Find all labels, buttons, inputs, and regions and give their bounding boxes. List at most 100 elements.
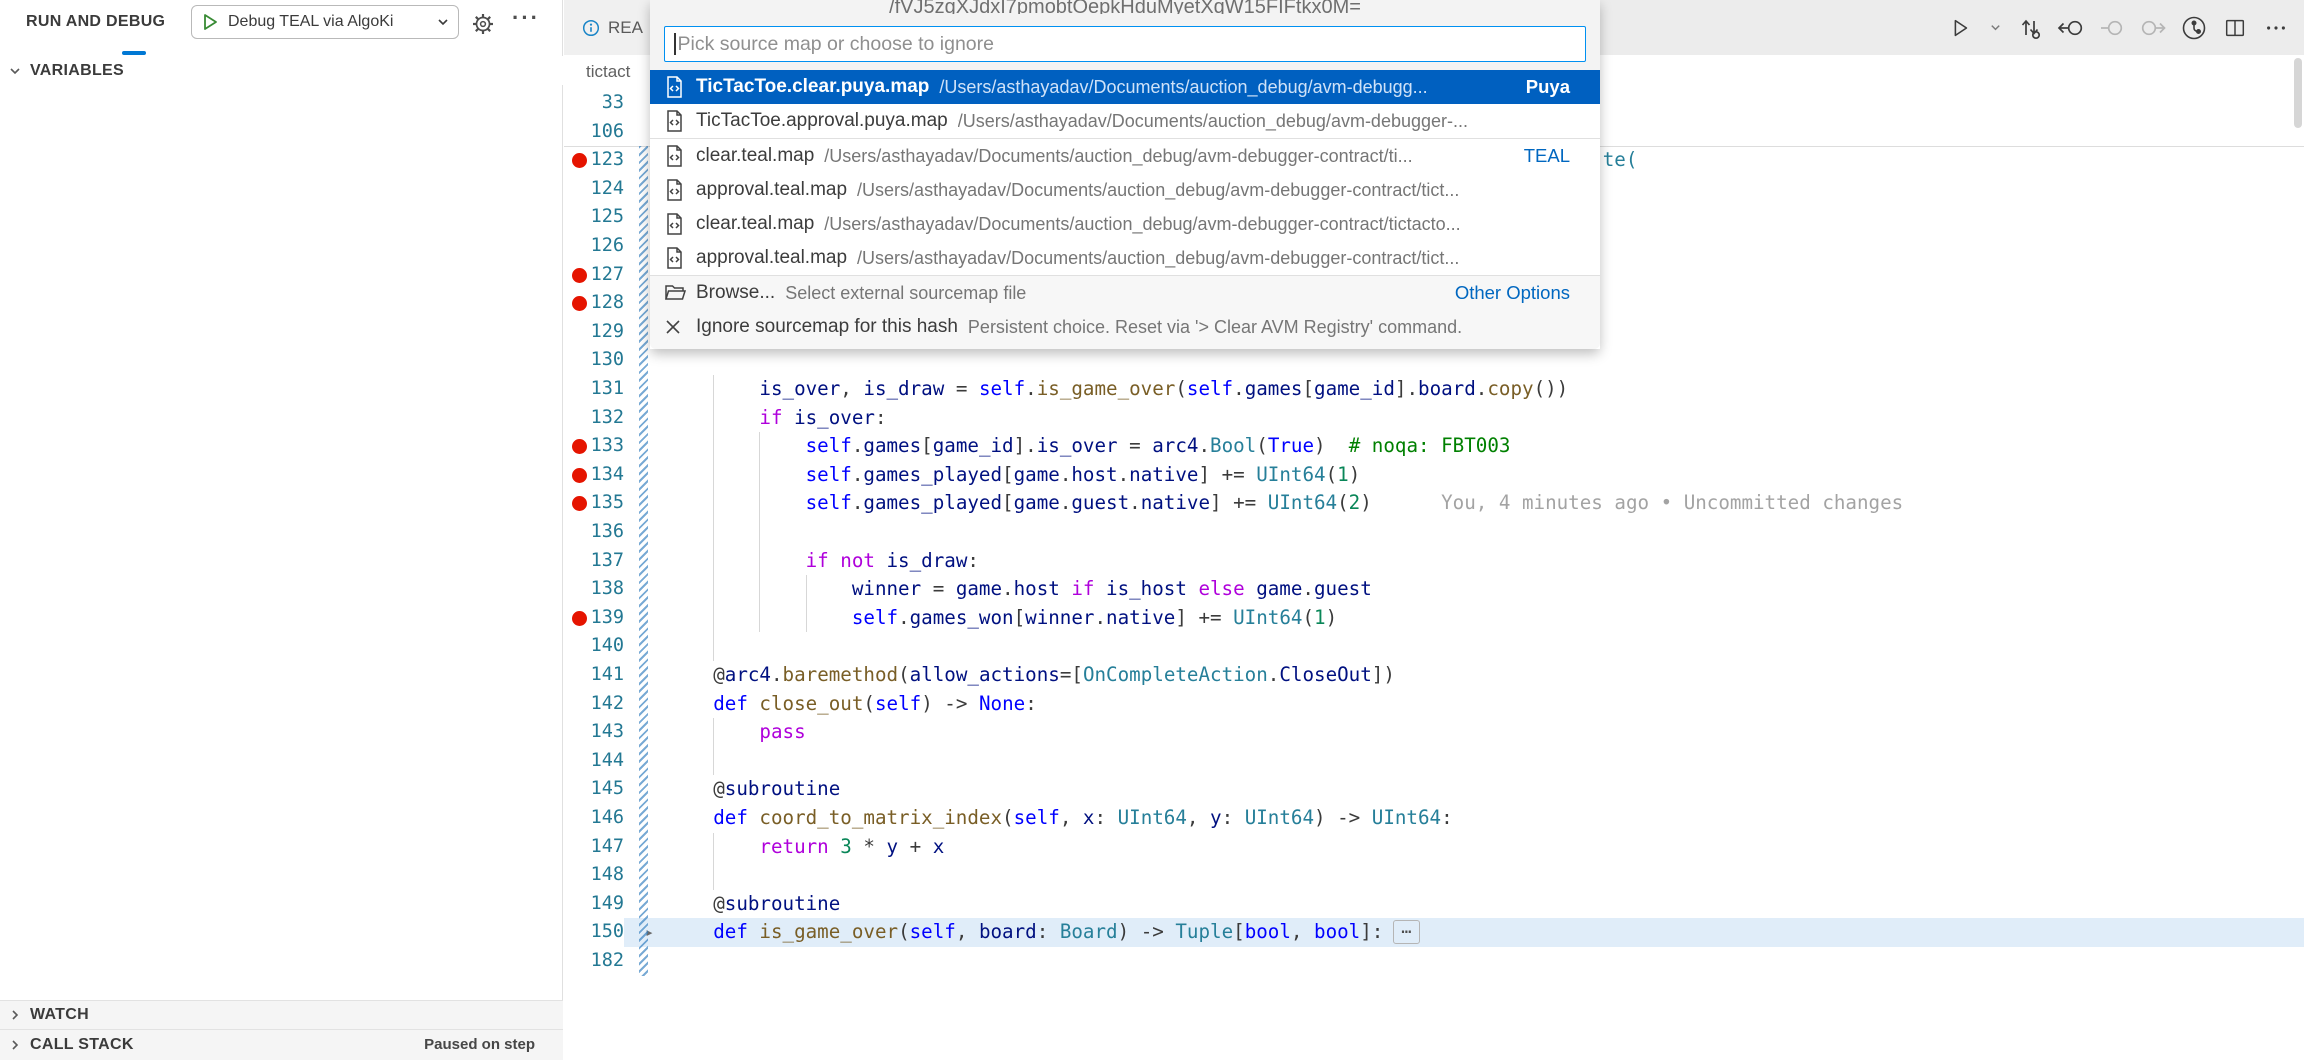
breakpoint-icon[interactable] — [572, 468, 587, 483]
code-text[interactable] — [667, 861, 2304, 890]
code-line[interactable]: 144 — [564, 747, 2304, 776]
code-line[interactable]: 149 @subroutine — [564, 890, 2304, 919]
code-text[interactable]: self.games_played[game.host.native] += U… — [667, 461, 2304, 490]
code-text[interactable]: is_over, is_draw = self.is_game_over(sel… — [667, 375, 2304, 404]
breakpoint-gutter[interactable] — [564, 175, 588, 204]
code-text[interactable]: def coord_to_matrix_index(self, x: UInt6… — [667, 804, 2304, 833]
variables-section-header[interactable]: VARIABLES — [0, 56, 563, 85]
breakpoint-gutter[interactable] — [564, 289, 588, 318]
quickpick-item[interactable]: clear.teal.map /Users/asthayadav/Documen… — [650, 139, 1600, 173]
code-text[interactable]: winner = game.host if is_host else game.… — [667, 575, 2304, 604]
step-forward-button[interactable] — [2139, 14, 2167, 42]
quickpick-item[interactable]: TicTacToe.clear.puya.map /Users/asthayad… — [650, 70, 1600, 104]
step-disabled-button[interactable] — [2098, 14, 2126, 42]
breakpoint-icon[interactable] — [572, 611, 587, 626]
breakpoint-gutter[interactable] — [564, 690, 588, 719]
breakpoint-gutter[interactable] — [564, 346, 588, 375]
code-line[interactable]: 136 — [564, 518, 2304, 547]
breakpoint-gutter[interactable] — [564, 718, 588, 747]
code-line[interactable]: 139 self.games_won[winner.native] += UIn… — [564, 604, 2304, 633]
code-text[interactable]: def close_out(self) -> None: — [667, 690, 2304, 719]
breakpoint-icon[interactable] — [572, 296, 587, 311]
code-line[interactable]: 138 winner = game.host if is_host else g… — [564, 575, 2304, 604]
code-line[interactable]: 135 self.games_played[game.guest.native]… — [564, 489, 2304, 518]
quickpick-item[interactable]: TicTacToe.approval.puya.map /Users/astha… — [650, 104, 1600, 138]
breakpoint-gutter[interactable] — [564, 947, 588, 976]
breakpoint-gutter[interactable] — [564, 632, 588, 661]
breakpoint-gutter[interactable] — [564, 318, 588, 347]
breakpoint-gutter[interactable] — [564, 261, 588, 290]
breakpoint-gutter[interactable] — [564, 661, 588, 690]
code-line[interactable]: 143 pass — [564, 718, 2304, 747]
breakpoint-gutter[interactable] — [564, 747, 588, 776]
run-dropdown-button[interactable] — [1987, 14, 2003, 42]
breakpoint-icon[interactable] — [572, 268, 587, 283]
breakpoint-gutter[interactable] — [564, 518, 588, 547]
breakpoint-gutter[interactable] — [564, 432, 588, 461]
code-text[interactable] — [667, 747, 2304, 776]
breakpoint-gutter[interactable] — [564, 918, 588, 947]
code-line[interactable]: 133 self.games[game_id].is_over = arc4.B… — [564, 432, 2304, 461]
code-text[interactable] — [667, 947, 2304, 976]
code-line[interactable]: 145 @subroutine — [564, 775, 2304, 804]
code-text[interactable]: self.games_played[game.guest.native] += … — [667, 489, 2304, 518]
launch-config-dropdown[interactable]: Debug TEAL via AlgoKi — [191, 5, 459, 39]
breakpoint-gutter[interactable] — [564, 89, 588, 118]
code-text[interactable]: pass — [667, 718, 2304, 747]
step-back-button[interactable] — [2057, 14, 2085, 42]
code-text[interactable]: @subroutine — [667, 775, 2304, 804]
code-line[interactable]: 134 self.games_played[game.host.native] … — [564, 461, 2304, 490]
code-line[interactable]: 148 — [564, 861, 2304, 890]
breakpoint-gutter[interactable] — [564, 232, 588, 261]
editor-scrollbar[interactable] — [2294, 58, 2302, 128]
code-line[interactable]: 137 if not is_draw: — [564, 547, 2304, 576]
code-text[interactable]: self.games_won[winner.native] += UInt64(… — [667, 604, 2304, 633]
code-text[interactable]: def is_game_over(self, board: Board) -> … — [667, 918, 2304, 947]
quickpick-item[interactable]: approval.teal.map /Users/asthayadav/Docu… — [650, 241, 1600, 275]
folded-code-placeholder[interactable]: ⋯ — [1393, 920, 1419, 944]
code-line[interactable]: 142 def close_out(self) -> None: — [564, 690, 2304, 719]
quickpick-browse-item[interactable]: Browse... Select external sourcemap file… — [650, 276, 1600, 310]
more-actions-icon[interactable] — [2262, 14, 2290, 42]
breakpoint-gutter[interactable] — [564, 489, 588, 518]
breakpoint-gutter[interactable] — [564, 775, 588, 804]
more-actions-icon[interactable]: ··· — [512, 5, 540, 31]
breakpoint-gutter[interactable] — [564, 118, 588, 147]
code-text[interactable]: if is_over: — [667, 404, 2304, 433]
breakpoint-gutter[interactable] — [564, 404, 588, 433]
breakpoint-gutter[interactable] — [564, 146, 588, 175]
code-text[interactable] — [667, 346, 2304, 375]
breakpoint-icon[interactable] — [572, 153, 587, 168]
quickpick-item[interactable]: clear.teal.map /Users/asthayadav/Documen… — [650, 207, 1600, 241]
breakpoint-gutter[interactable] — [564, 833, 588, 862]
quickpick-item[interactable]: approval.teal.map /Users/asthayadav/Docu… — [650, 173, 1600, 207]
run-button[interactable] — [1946, 14, 1974, 42]
editor-tab[interactable]: REA — [564, 0, 661, 55]
watch-section-header[interactable]: WATCH — [0, 1000, 563, 1029]
breakpoint-gutter[interactable] — [564, 604, 588, 633]
quickpick-input[interactable]: Pick source map or choose to ignore — [664, 26, 1586, 62]
code-text[interactable]: if not is_draw: — [667, 547, 2304, 576]
breakpoint-icon[interactable] — [572, 439, 587, 454]
code-line[interactable]: 141 @arc4.baremethod(allow_actions=[OnCo… — [564, 661, 2304, 690]
breakpoint-gutter[interactable] — [564, 861, 588, 890]
breakpoint-gutter[interactable] — [564, 203, 588, 232]
code-text[interactable] — [667, 632, 2304, 661]
breakpoint-gutter[interactable] — [564, 804, 588, 833]
other-options-link[interactable]: Other Options — [1455, 282, 1570, 304]
split-editor-button[interactable] — [2221, 14, 2249, 42]
breakpoint-gutter[interactable] — [564, 461, 588, 490]
code-text[interactable]: return 3 * y + x — [667, 833, 2304, 862]
play-icon[interactable] — [200, 12, 220, 32]
code-text[interactable] — [667, 518, 2304, 547]
launch-profile-button[interactable] — [2180, 14, 2208, 42]
breakpoint-gutter[interactable] — [564, 547, 588, 576]
breakpoint-icon[interactable] — [572, 496, 587, 511]
code-line[interactable]: 140 — [564, 632, 2304, 661]
code-line[interactable]: 131 is_over, is_draw = self.is_game_over… — [564, 375, 2304, 404]
breakpoint-gutter[interactable] — [564, 890, 588, 919]
code-text[interactable]: @arc4.baremethod(allow_actions=[OnComple… — [667, 661, 2304, 690]
gear-icon[interactable] — [470, 11, 496, 37]
switch-sourcemap-button[interactable] — [2016, 14, 2044, 42]
breadcrumb-file[interactable]: tictact — [586, 62, 630, 82]
